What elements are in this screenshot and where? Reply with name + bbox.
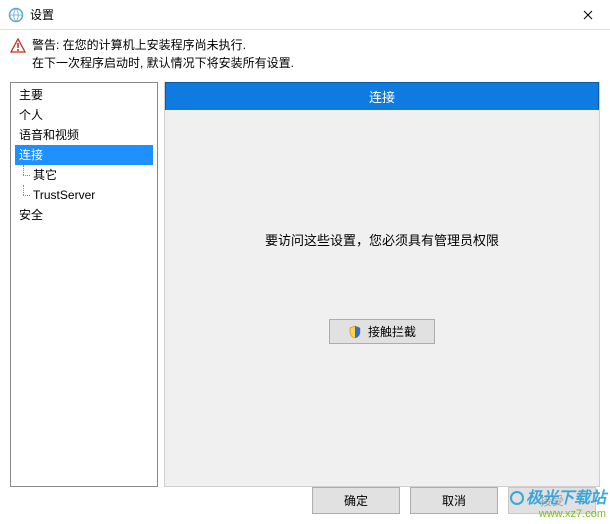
tree-item-0[interactable]: 主要	[15, 85, 153, 105]
warning-banner: 警告: 在您的计算机上安装程序尚未执行. 在下一次程序启动时, 默认情况下将安装…	[0, 30, 610, 82]
tree-item-5[interactable]: TrustServer	[15, 185, 153, 205]
apply-button[interactable]: 接受	[508, 487, 596, 514]
ok-button[interactable]: 确定	[312, 487, 400, 514]
admin-required-message: 要访问这些设置，您必须具有管理员权限	[265, 230, 499, 249]
cancel-button[interactable]: 取消	[410, 487, 498, 514]
tree-item-4[interactable]: 其它	[15, 165, 153, 185]
warning-line-1: 警告: 在您的计算机上安装程序尚未执行.	[32, 36, 294, 54]
settings-panel: 连接 要访问这些设置，您必须具有管理员权限 接触拦截	[164, 82, 600, 487]
window-title: 设置	[30, 6, 565, 23]
tree-item-6[interactable]: 安全	[15, 205, 153, 225]
warning-icon	[10, 38, 26, 57]
close-button[interactable]	[565, 0, 610, 30]
tree-item-2[interactable]: 语音和视频	[15, 125, 153, 145]
tree-item-1[interactable]: 个人	[15, 105, 153, 125]
shield-icon	[348, 325, 362, 339]
unblock-button-label: 接触拦截	[368, 323, 416, 340]
panel-header: 连接	[165, 82, 599, 110]
dialog-buttons: 确定 取消 接受	[312, 487, 596, 514]
nav-tree: 主要个人语音和视频连接其它TrustServer安全	[10, 82, 158, 487]
unblock-button[interactable]: 接触拦截	[329, 319, 435, 344]
warning-line-2: 在下一次程序启动时, 默认情况下将安装所有设置.	[32, 54, 294, 72]
content-area: 主要个人语音和视频连接其它TrustServer安全 连接 要访问这些设置，您必…	[0, 82, 610, 487]
title-bar: 设置	[0, 0, 610, 30]
app-icon	[8, 7, 24, 23]
tree-item-3[interactable]: 连接	[15, 145, 153, 165]
